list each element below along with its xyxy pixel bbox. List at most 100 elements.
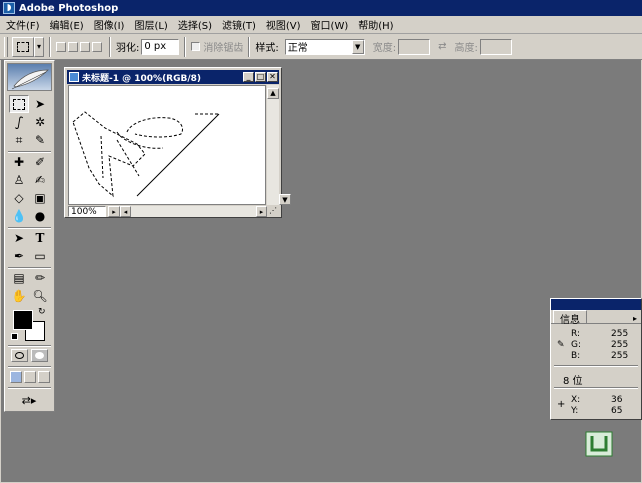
slice-tool-icon[interactable]: ✎ [30,131,50,149]
panel-menu-icon[interactable]: ▸ [633,314,637,323]
tool-preset-dropdown[interactable]: ▾ [34,36,44,57]
app-titlebar: ◗ Adobe Photoshop [0,0,642,16]
photoshop-feather-logo[interactable] [7,63,52,91]
options-grip[interactable] [4,36,8,57]
status-menu-icon[interactable]: ▸ [108,206,120,217]
menu-select[interactable]: 选择(S) [178,17,212,32]
notes-tool-icon[interactable]: ▤ [9,269,29,287]
document-title: 未标题-1 @ 100%(RGB/8) [82,73,202,84]
lasso-tool-icon[interactable]: ഽ [9,113,29,131]
menu-file[interactable]: 文件(F) [6,17,40,32]
swap-dimensions-icon[interactable]: ⇄ [438,41,446,52]
eyedropper-readout-icon: ✎ [557,340,565,350]
options-separator [184,36,187,57]
marquee-tool-icon[interactable] [9,95,29,113]
crosshair-icon: + [557,399,566,410]
menu-help[interactable]: 帮助(H) [358,17,393,32]
move-tool-icon[interactable]: ➤ [30,95,50,113]
document-canvas[interactable] [68,85,266,205]
close-icon[interactable]: ✕ [267,72,278,82]
x-value: 36 [611,395,623,405]
crop-tool-icon[interactable]: ⌗ [9,131,29,149]
chevron-down-icon[interactable]: ▼ [351,39,364,54]
scroll-right-icon[interactable]: ▸ [256,206,267,217]
app-title: Adobe Photoshop [19,2,119,14]
width-label: 宽度: [372,43,397,54]
width-input[interactable] [398,38,431,55]
default-colors-icon[interactable] [11,333,18,340]
eraser-tool-icon[interactable]: ◇ [9,189,29,207]
menu-edit[interactable]: 编辑(E) [50,17,84,32]
style-select[interactable]: 正常 ▼ [284,38,365,55]
menu-filter[interactable]: 滤镜(T) [222,17,256,32]
toolbox-divider [8,366,51,368]
path-select-icon[interactable]: ➤ [9,229,29,247]
menu-image[interactable]: 图像(I) [94,17,125,32]
dodge-tool-icon[interactable]: ● [30,207,50,225]
document-status-bar: 100% ▸ ◂ ▸ ⋰ [68,206,279,217]
vertical-scrollbar[interactable]: ▲ ▼ [267,85,291,205]
info-divider [554,387,638,389]
antialias-checkbox[interactable] [191,42,201,51]
add-selection-icon[interactable] [68,41,78,52]
zoom-field[interactable]: 100% [68,206,106,217]
minimize-icon[interactable]: _ [243,72,254,82]
info-divider [554,365,638,367]
standard-mode-icon[interactable] [11,349,28,362]
blur-tool-icon[interactable]: 💧 [9,207,29,225]
g-label: G: [571,340,582,350]
scroll-left-icon[interactable]: ◂ [120,206,131,217]
gradient-tool-icon[interactable]: ▣ [30,189,50,207]
scroll-up-icon[interactable]: ▲ [267,87,279,99]
hand-tool-icon[interactable]: ✋ [9,287,29,305]
document-titlebar[interactable]: 未标题-1 @ 100%(RGB/8) _ □ ✕ [67,70,279,84]
clone-stamp-icon[interactable]: ♙ [9,171,29,189]
info-panel: 信息 ▸ R: 255 ✎ G: 255 B: 255 8 位 + X: 36 … [550,298,642,420]
toolbox: ➤ ഽ ✲ ⌗ ✎ ✚ ✐ ♙ ✍ ◇ ▣ 💧 ● ➤ T ✒ ▭ ▤ ✏ ✋ … [4,60,55,412]
b-label: B: [571,351,581,361]
resize-grip-icon[interactable]: ⋰ [267,206,279,217]
standard-screen-icon[interactable] [10,371,22,383]
pen-tool-icon[interactable]: ✒ [9,247,29,265]
y-value: 65 [611,406,623,416]
tool-preset-button[interactable] [12,36,34,57]
history-brush-icon[interactable]: ✍ [30,171,50,189]
healing-brush-icon[interactable]: ✚ [9,153,29,171]
r-value: 255 [611,329,629,339]
options-separator [248,36,251,57]
eyedropper-icon[interactable]: ✏ [30,269,50,287]
info-panel-header[interactable] [551,299,641,310]
bit-depth: 8 位 [563,376,583,387]
height-label: 高度: [454,43,478,54]
jump-to-imageready-icon[interactable]: ⇄▸ [10,391,48,409]
brush-tool-icon[interactable]: ✐ [30,153,50,171]
zoom-tool-icon[interactable]: 🔍︎ [30,287,50,305]
menu-view[interactable]: 视图(V) [266,17,301,32]
watermark-icon [585,431,613,457]
subtract-selection-icon[interactable] [80,41,90,52]
antialias-label: 消除锯齿 [203,43,244,54]
type-tool-icon[interactable]: T [30,229,50,247]
maximize-icon[interactable]: □ [255,72,266,82]
feather-input[interactable]: 0 px [141,38,180,55]
document-window: 未标题-1 @ 100%(RGB/8) _ □ ✕ ▲ ▼ 100% ▸ ◂ ▸… [64,67,291,218]
full-screen-menu-icon[interactable] [24,371,36,383]
full-screen-icon[interactable] [38,371,50,383]
shape-tool-icon[interactable]: ▭ [30,247,50,265]
intersect-selection-icon[interactable] [92,41,102,52]
menu-layer[interactable]: 图层(L) [134,17,167,32]
style-label: 样式: [255,43,279,54]
menu-bar: 文件(F) 编辑(E) 图像(I) 图层(L) 选择(S) 滤镜(T) 视图(V… [0,16,642,34]
quick-mask-icon[interactable] [31,349,48,362]
horizontal-scrollbar[interactable] [131,206,256,217]
foreground-color-swatch[interactable] [13,310,33,330]
height-input[interactable] [479,38,512,55]
tab-info[interactable]: 信息 [553,310,587,326]
scroll-down-icon[interactable]: ▼ [279,194,291,205]
menu-window[interactable]: 窗口(W) [311,17,349,32]
new-selection-icon[interactable] [56,41,66,52]
swap-colors-icon[interactable]: ↻ [38,307,46,317]
g-value: 255 [611,340,629,350]
document-icon [69,72,79,82]
magic-wand-icon[interactable]: ✲ [30,113,50,131]
